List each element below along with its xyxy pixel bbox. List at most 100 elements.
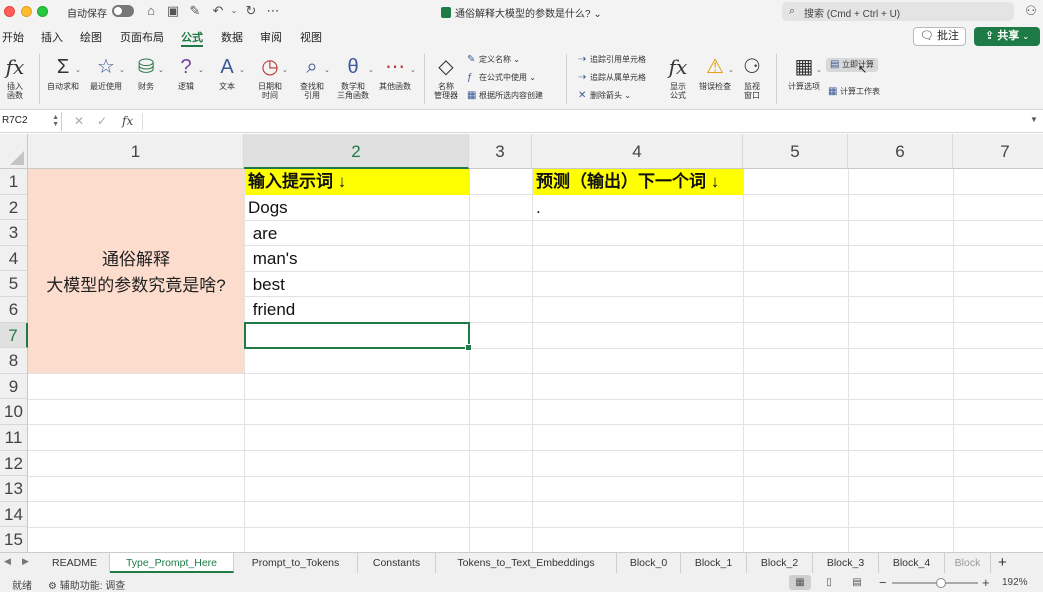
math-trig-button[interactable]: θ 数学和 三角函数 ⌄ — [334, 54, 374, 100]
remove-arrows-button[interactable]: ✕ 删除箭头 ⌄ — [578, 90, 631, 102]
prompt-token-cell[interactable]: Dogs — [245, 195, 288, 221]
prompt-token-cell[interactable]: man's — [245, 246, 298, 272]
page-break-view-button[interactable]: ▤ — [846, 575, 868, 590]
trace-dependents-button[interactable]: ⇢ 追踪从属单元格 — [578, 72, 646, 84]
comments-button[interactable]: 🗨 批注 — [913, 27, 966, 46]
row-header-13[interactable]: 13 — [0, 476, 28, 502]
merged-title-cell[interactable]: 通俗解释 大模型的参数究竟是啥? — [28, 169, 244, 373]
sheet-tab-block-3[interactable]: Block_3 — [813, 553, 879, 573]
save-icon[interactable]: ▣ — [165, 3, 181, 19]
name-manager-button[interactable]: ◇ 名称 管理器 — [430, 54, 462, 100]
column-header-7[interactable]: 7 — [953, 134, 1043, 169]
show-formulas-button[interactable]: fx 显示 公式 — [665, 54, 691, 100]
scroll-tabs-left-icon[interactable]: ◀ — [4, 556, 11, 567]
lookup-reference-button[interactable]: ⌕ 查找和 引用 ⌄ — [296, 54, 330, 100]
sheet-tab-block-2[interactable]: Block_2 — [747, 553, 813, 573]
zoom-in-button[interactable]: + — [982, 575, 990, 590]
column-header-5[interactable]: 5 — [743, 134, 848, 169]
account-icon[interactable]: ⚇ — [1023, 3, 1039, 19]
autosum-button[interactable]: Σ 自动求和 ⌄ — [44, 54, 82, 91]
column-header-2[interactable]: 2 — [244, 134, 469, 169]
row-header-11[interactable]: 11 — [0, 425, 28, 451]
row-header-2[interactable]: 2 — [0, 194, 28, 221]
row-header-12[interactable]: 12 — [0, 450, 28, 477]
name-box[interactable]: R7C2 ▲ ▼ — [0, 112, 62, 131]
sheet-tab-block-1[interactable]: Block_1 — [681, 553, 747, 573]
edit-icon[interactable]: ✎ — [187, 3, 203, 19]
define-name-button[interactable]: ✎ 定义名称 ⌄ — [467, 54, 520, 66]
add-sheet-button[interactable]: + — [998, 554, 1007, 571]
sheet-tab-constants[interactable]: Constants — [358, 553, 436, 573]
tab-home[interactable]: 开始 — [2, 29, 24, 45]
more-icon[interactable]: ⋯ — [265, 3, 281, 19]
cancel-icon[interactable]: ✕ — [74, 114, 84, 128]
sheet-tab-block-0[interactable]: Block_0 — [617, 553, 681, 573]
more-functions-button[interactable]: ⋯ 其他函数 ⌄ — [376, 54, 416, 91]
zoom-out-button[interactable]: − — [879, 575, 887, 590]
page-layout-view-button[interactable]: ▯ — [818, 575, 840, 590]
sheet-tab-readme[interactable]: README — [40, 553, 110, 573]
sheet-tab-type-prompt-here[interactable]: Type_Prompt_Here — [110, 553, 234, 573]
autosave-toggle[interactable] — [112, 5, 134, 17]
tab-draw[interactable]: 绘图 — [80, 29, 102, 45]
sheet-tab-block-4[interactable]: Block_4 — [879, 553, 945, 573]
sheet-tab-tokens-to-text-embeddings[interactable]: Tokens_to_Text_Embeddings — [436, 553, 617, 573]
tab-formulas[interactable]: 公式 — [181, 29, 203, 47]
tab-page-layout[interactable]: 页面布局 — [120, 29, 164, 45]
row-header-6[interactable]: 6 — [0, 297, 28, 323]
row-header-3[interactable]: 3 — [0, 220, 28, 246]
prompt-token-cell[interactable]: best — [245, 272, 285, 298]
tab-review[interactable]: 审阅 — [260, 29, 282, 45]
worksheet-grid[interactable]: 1 2 3 4 5 6 7 1 2 3 4 5 6 7 8 9 10 11 12… — [0, 134, 1043, 552]
minimize-window-button[interactable] — [21, 6, 32, 17]
home-icon[interactable]: ⌂ — [143, 3, 159, 19]
enter-check-icon[interactable]: ✓ — [97, 114, 107, 128]
row-header-7[interactable]: 7 — [0, 322, 28, 349]
undo-icon[interactable]: ↶ — [210, 3, 226, 19]
accessibility-status[interactable]: ⚙ 辅助功能: 调查 — [48, 577, 125, 592]
redo-icon[interactable]: ↻ — [243, 3, 259, 19]
normal-view-button[interactable]: ▦ — [789, 575, 811, 590]
share-button[interactable]: ⇪ 共享 ⌄ — [974, 27, 1040, 46]
formula-input[interactable] — [142, 113, 1027, 130]
document-title[interactable]: 通俗解释大模型的参数是什么? ⌄ — [441, 5, 602, 20]
error-checking-button[interactable]: ⚠ 错误检查 ⌄ — [696, 54, 734, 91]
use-in-formula-button[interactable]: ƒ 在公式中使用 ⌄ — [467, 72, 536, 84]
prompt-token-cell[interactable]: are — [245, 221, 278, 247]
row-header-5[interactable]: 5 — [0, 271, 28, 297]
scroll-tabs-right-icon[interactable]: ▶ — [22, 556, 29, 567]
watch-window-button[interactable]: ⚆ 监视 窗口 — [740, 54, 764, 100]
row-header-14[interactable]: 14 — [0, 501, 28, 528]
prompt-header-cell[interactable]: 输入提示词 ↓ — [245, 169, 469, 195]
name-box-stepper-icon[interactable]: ▲ ▼ — [52, 114, 59, 128]
zoom-slider[interactable] — [892, 578, 978, 588]
column-header-3[interactable]: 3 — [469, 134, 532, 169]
active-cell-selection[interactable] — [244, 322, 472, 351]
zoom-window-button[interactable] — [37, 6, 48, 17]
prediction-header-cell[interactable]: 预测（输出）下一个词 ↓ — [533, 169, 743, 195]
row-header-9[interactable]: 9 — [0, 373, 28, 400]
insert-function-fx-icon[interactable]: fx — [122, 114, 133, 128]
zoom-slider-knob[interactable] — [936, 578, 946, 588]
text-button[interactable]: A 文本 ⌄ — [211, 54, 245, 91]
logical-button[interactable]: ? 逻辑 ⌄ — [170, 54, 204, 91]
column-header-1[interactable]: 1 — [28, 134, 244, 169]
tab-view[interactable]: 视图 — [300, 29, 322, 45]
create-from-selection-button[interactable]: ▦ 根据所选内容创建 — [467, 90, 543, 102]
column-header-4[interactable]: 4 — [532, 134, 743, 169]
prediction-output-cell[interactable]: . — [533, 195, 541, 221]
recently-used-button[interactable]: ☆ 最近使用 ⌄ — [86, 54, 126, 91]
undo-dropdown-icon[interactable]: ⌄ — [226, 3, 242, 19]
select-all-corner[interactable] — [0, 134, 28, 169]
prompt-token-cell[interactable]: friend — [245, 297, 296, 323]
expand-formula-bar-icon[interactable]: ▼ — [1030, 115, 1038, 124]
tab-insert[interactable]: 插入 — [41, 29, 63, 45]
close-window-button[interactable] — [4, 6, 15, 17]
tab-data[interactable]: 数据 — [221, 29, 243, 45]
sheet-tab-prompt-to-tokens[interactable]: Prompt_to_Tokens — [234, 553, 358, 573]
sheet-tab-block-truncated[interactable]: Block — [945, 553, 991, 573]
insert-function-button[interactable]: fx 插入 函数 — [3, 54, 27, 100]
calculate-sheet-button[interactable]: ▦ 计算工作表 — [828, 86, 880, 98]
row-header-15[interactable]: 15 — [0, 527, 28, 552]
financial-button[interactable]: ⛁ 财务 ⌄ — [130, 54, 164, 91]
